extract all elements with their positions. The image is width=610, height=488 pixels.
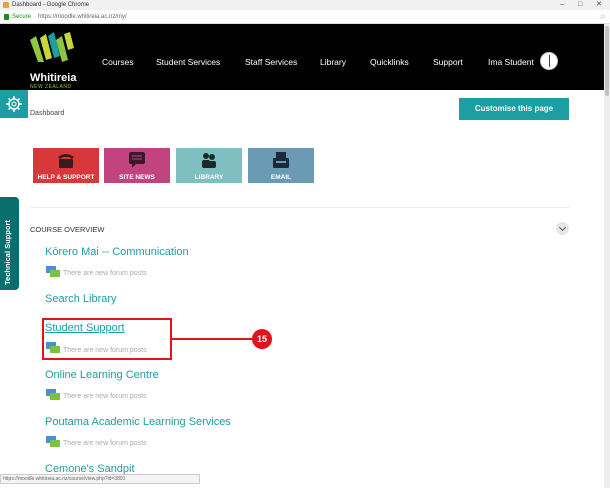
url-text[interactable]: https://moodle.whitireia.ac.nz/my/ (38, 10, 127, 24)
gear-icon (6, 96, 22, 112)
divider (30, 207, 570, 208)
status-bar-url: https://moodle.whitireia.ac.nz/course/vi… (0, 474, 200, 484)
window-controls[interactable]: – □ ✕ (560, 0, 608, 10)
window-title: Dashboard - Google Chrome (12, 2, 90, 8)
nav-courses[interactable]: Courses (102, 57, 134, 67)
nav-support[interactable]: Support (433, 57, 463, 67)
customise-page-button[interactable]: Customise this page (459, 98, 569, 120)
forum-notice[interactable]: There are new forum posts (63, 270, 147, 277)
annotation-callout-number: 15 (252, 329, 272, 349)
nav-quicklinks[interactable]: Quicklinks (370, 57, 409, 67)
people-icon (202, 153, 216, 168)
technical-support-tab[interactable]: Technical Support (0, 197, 19, 290)
tile-label: SITE NEWS (119, 174, 155, 181)
nav-library[interactable]: Library (320, 57, 346, 67)
course-link-search-library[interactable]: Search Library (45, 293, 117, 305)
tile-label: EMAIL (270, 174, 292, 181)
forum-icon (46, 389, 60, 400)
tile-label: LIBRARY (194, 174, 224, 181)
tile-help-support[interactable]: HELP & SUPPORT (33, 148, 99, 183)
tile-site-news[interactable]: SITE NEWS (104, 148, 170, 183)
forum-notice[interactable]: There are new forum posts (63, 393, 147, 400)
secure-label: Secure (12, 14, 32, 20)
phone-icon (58, 154, 74, 168)
address-bar[interactable]: Secure https://moodle.whitireia.ac.nz/my… (0, 10, 610, 24)
scrollbar-thumb[interactable] (605, 26, 609, 96)
lock-icon (4, 14, 9, 20)
settings-tab[interactable] (0, 90, 28, 118)
course-overview-title: COURSE OVERVIEW (30, 225, 105, 234)
course-link-poutama[interactable]: Poutama Academic Learning Services (45, 416, 231, 428)
forum-icon (46, 436, 60, 447)
technical-support-label: Technical Support (3, 220, 12, 285)
window-titlebar: Dashboard - Google Chrome – □ ✕ (0, 0, 610, 10)
bookmark-star-icon[interactable]: ☆ (599, 10, 606, 24)
favicon-icon (3, 2, 9, 8)
page-scrollbar[interactable] (604, 24, 610, 488)
course-link-online-learning-centre[interactable]: Online Learning Centre (45, 369, 159, 381)
tile-library[interactable]: LIBRARY (176, 148, 242, 183)
course-link-korero-mai[interactable]: Kōrero Mai -- Communication (45, 246, 189, 258)
annotation-highlight-box (42, 318, 172, 360)
breadcrumb[interactable]: Dashboard (30, 110, 64, 117)
nav-student-services[interactable]: Student Services (156, 57, 220, 67)
forum-icon (46, 266, 60, 277)
tile-email[interactable]: EMAIL (248, 148, 314, 183)
avatar[interactable] (540, 52, 558, 70)
collapse-chevron-icon[interactable] (556, 222, 569, 235)
logo-subtitle: NEW ZEALAND (30, 84, 72, 90)
user-name[interactable]: Ima Student (488, 57, 534, 67)
annotation-connector (172, 338, 252, 340)
logo-name: Whitireia (30, 72, 77, 84)
tile-label: HELP & SUPPORT (37, 174, 95, 181)
fax-icon (273, 152, 289, 168)
forum-notice[interactable]: There are new forum posts (63, 440, 147, 447)
nav-staff-services[interactable]: Staff Services (245, 57, 297, 67)
whitireia-logo-icon[interactable] (30, 32, 74, 62)
top-navbar: Whitireia NEW ZEALAND Courses Student Se… (0, 24, 604, 90)
chat-icon (129, 152, 145, 168)
